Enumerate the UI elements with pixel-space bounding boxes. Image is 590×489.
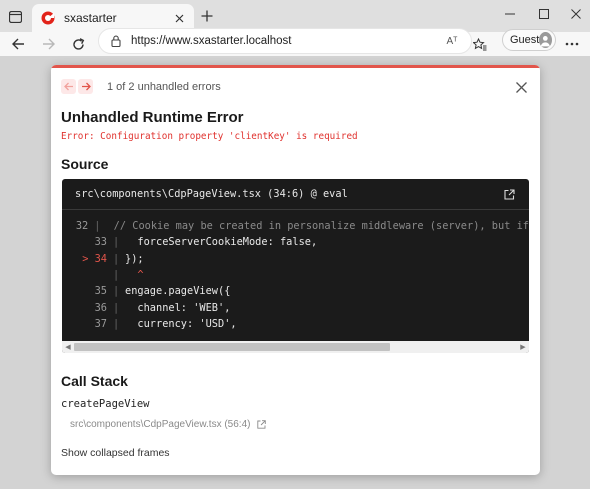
error-line-marker: > [82,252,89,265]
browser-toolbar: https://www.sxastarter.localhost Aᵀ Gues… [0,28,590,56]
tab-title: sxastarter [64,11,117,25]
error-message: Error: Configuration property 'clientKey… [61,131,358,142]
error-caret: ^ [125,269,144,282]
error-title: Unhandled Runtime Error [61,109,244,126]
back-arrow-icon[interactable] [8,34,28,54]
lock-icon[interactable] [111,35,121,47]
page-viewport: 1 of 2 unhandled errors Unhandled Runtim… [0,56,590,489]
close-overlay-icon[interactable] [514,80,528,94]
show-collapsed-frames-button[interactable]: Show collapsed frames [61,447,170,459]
source-heading: Source [61,156,109,172]
code-text: channel: 'WEB', [125,301,231,314]
profile-button[interactable]: Guest [502,29,556,51]
code-text: // Cookie may be created in personalize … [101,220,529,233]
code-text: currency: 'USD', [125,317,237,330]
site-favicon-icon [40,10,56,26]
code-line: 36 | channel: 'WEB', [62,299,529,315]
code-line-caret: | ^ [113,269,144,282]
url-text[interactable]: https://www.sxastarter.localhost [131,35,441,47]
call-stack-location[interactable]: src\components\CdpPageView.tsx (56:4) [70,419,266,430]
new-tab-icon[interactable] [198,7,216,25]
next-error-button[interactable] [78,79,93,94]
scroll-left-icon[interactable]: ◀ [62,341,74,353]
address-bar[interactable]: https://www.sxastarter.localhost Aᵀ [98,28,472,54]
call-stack-location-text[interactable]: src\components\CdpPageView.tsx (56:4) [70,419,250,430]
tab-close-icon[interactable] [170,9,188,27]
code-listing: 32 | // Cookie may be created in persona… [62,210,529,332]
source-file-header: src\components\CdpPageView.tsx (34:6) @ … [62,179,529,210]
code-line: 33 | forceServerCookieMode: false, [62,234,529,250]
external-link-icon[interactable] [256,420,266,430]
line-number-highlighted: > 34 [82,252,107,265]
more-menu-icon[interactable] [562,34,582,54]
read-aloud-icon[interactable]: Aᵀ [441,31,463,51]
code-line-highlighted: > 34 | }); [62,251,529,267]
line-number: 37 [94,317,107,330]
maximize-icon[interactable] [530,4,558,24]
source-code-frame: src\components\CdpPageView.tsx (34:6) @ … [62,179,529,353]
horizontal-scrollbar[interactable]: ◀ ▶ [62,341,529,353]
scrollbar-thumb[interactable] [74,343,390,351]
tab-actions-icon[interactable] [6,8,24,26]
avatar-icon [539,32,552,48]
profile-label: Guest [510,34,540,46]
scroll-right-icon[interactable]: ▶ [517,341,529,353]
call-stack-function: createPageView [61,398,150,410]
code-text: }); [125,252,144,265]
scrollbar-track[interactable] [74,343,517,351]
previous-error-button[interactable] [61,79,76,94]
error-pager: 1 of 2 unhandled errors [61,79,221,94]
line-number: 36 [94,301,107,314]
dialog-accent-bar [51,65,540,68]
code-text: forceServerCookieMode: false, [125,236,318,249]
code-line: 35 | engage.pageView({ [62,283,529,299]
favorites-icon[interactable] [470,34,490,54]
minimize-icon[interactable] [496,4,524,24]
window-close-icon[interactable] [562,4,590,24]
code-line: 32 | // Cookie may be created in persona… [62,218,529,234]
open-in-editor-icon[interactable] [502,187,516,201]
line-number: 33 [94,236,107,249]
forward-arrow-icon[interactable] [38,34,58,54]
error-overlay-dialog: 1 of 2 unhandled errors Unhandled Runtim… [51,65,540,475]
line-number: 35 [94,285,107,298]
refresh-icon[interactable] [68,34,88,54]
line-number: 32 [75,220,89,233]
code-line: 37 | currency: 'USD', [62,316,529,332]
error-count-text: 1 of 2 unhandled errors [107,80,221,93]
call-stack-heading: Call Stack [61,373,128,389]
code-text: engage.pageView({ [125,285,231,298]
source-file-path: src\components\CdpPageView.tsx (34:6) @ … [75,188,348,200]
